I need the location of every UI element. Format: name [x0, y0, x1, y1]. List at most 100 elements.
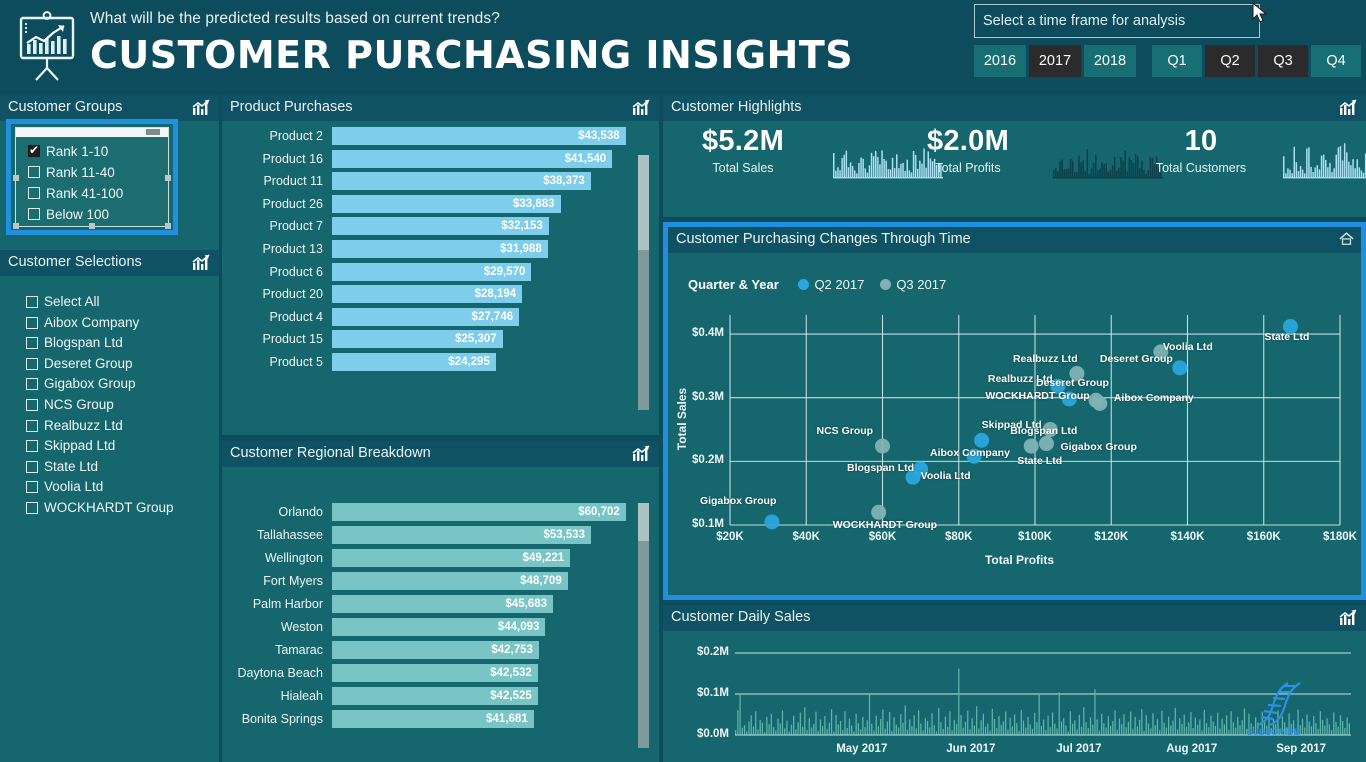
daily-bar[interactable]: [1060, 721, 1063, 735]
daily-bar[interactable]: [826, 728, 828, 735]
scatter-point[interactable]: [1023, 438, 1039, 454]
daily-bar[interactable]: [935, 731, 938, 735]
daily-bar[interactable]: [786, 720, 788, 735]
daily-bar[interactable]: [1176, 729, 1179, 735]
daily-bar[interactable]: [797, 722, 799, 735]
year-button-2017[interactable]: 2017: [1029, 45, 1081, 77]
daily-bar[interactable]: [984, 726, 987, 735]
daily-bar[interactable]: [1080, 726, 1083, 735]
daily-bar[interactable]: [1112, 721, 1114, 735]
daily-bar[interactable]: [1013, 714, 1016, 736]
daily-bar[interactable]: [891, 730, 893, 735]
daily-bar[interactable]: [817, 730, 819, 735]
resize-handle-left[interactable]: [13, 175, 19, 182]
daily-bar[interactable]: [1031, 728, 1034, 735]
customer-option-deseret-group[interactable]: Deseret Group: [22, 354, 174, 375]
daily-bar[interactable]: [906, 729, 909, 735]
daily-bar[interactable]: [1208, 727, 1210, 735]
daily-bar[interactable]: [900, 714, 902, 735]
daily-bar[interactable]: [1214, 725, 1217, 735]
daily-bar[interactable]: [1170, 725, 1172, 735]
daily-bar[interactable]: [1125, 727, 1127, 735]
group-option-rank-41-100[interactable]: Rank 41-100: [24, 183, 123, 204]
daily-bar[interactable]: [1167, 716, 1170, 735]
daily-bar[interactable]: [1098, 730, 1101, 735]
daily-bar[interactable]: [1310, 726, 1313, 735]
daily-bar[interactable]: [982, 713, 984, 735]
daily-bar[interactable]: [1096, 719, 1098, 735]
bar-fill[interactable]: $53,533: [332, 526, 592, 544]
daily-bar[interactable]: [1029, 724, 1031, 735]
daily-bar[interactable]: [1094, 689, 1096, 735]
bar-fill[interactable]: $41,540: [332, 149, 613, 168]
checkbox-icon[interactable]: [26, 378, 38, 391]
daily-bar[interactable]: [868, 694, 871, 735]
daily-bar[interactable]: [1190, 712, 1192, 735]
daily-bar[interactable]: [1143, 730, 1145, 735]
daily-bar[interactable]: [830, 709, 833, 735]
daily-bar[interactable]: [915, 728, 918, 735]
daily-bar[interactable]: [752, 726, 755, 735]
chart-trend-icon[interactable]: [632, 445, 651, 462]
daily-bar[interactable]: [1228, 729, 1230, 735]
daily-bar[interactable]: [1321, 719, 1324, 735]
daily-bar[interactable]: [815, 711, 817, 735]
year-button-2016[interactable]: 2016: [974, 45, 1026, 77]
bar-fill[interactable]: $38,373: [332, 172, 591, 191]
bar-fill[interactable]: $42,532: [332, 664, 538, 682]
daily-bar[interactable]: [942, 728, 944, 735]
daily-bar[interactable]: [904, 705, 906, 735]
daily-bar[interactable]: [1107, 716, 1109, 735]
daily-bar[interactable]: [1192, 728, 1194, 735]
daily-bar[interactable]: [902, 722, 904, 735]
daily-bar[interactable]: [806, 730, 808, 735]
bar-row[interactable]: Product 16 $41,540: [232, 149, 649, 168]
daily-bar[interactable]: [862, 716, 864, 735]
checkbox-icon[interactable]: [26, 501, 38, 514]
bar-row[interactable]: Product 2 $43,538: [232, 127, 649, 145]
resize-handle-right[interactable]: [165, 175, 171, 182]
daily-bar[interactable]: [755, 711, 757, 735]
daily-bar[interactable]: [897, 727, 900, 735]
quarter-slicer[interactable]: Q1 Q2 Q3 Q4: [1152, 45, 1364, 77]
daily-bar[interactable]: [851, 725, 853, 735]
bar-fill[interactable]: $24,295: [332, 352, 496, 371]
checkbox-icon[interactable]: [26, 481, 38, 494]
scatter-point[interactable]: [1092, 395, 1108, 411]
bar-row[interactable]: Orlando $60,702: [232, 503, 649, 521]
customer-option-ncs-group[interactable]: NCS Group: [22, 395, 174, 416]
bar-row[interactable]: Bonita Springs $41,681: [232, 710, 649, 728]
daily-bar[interactable]: [911, 725, 913, 735]
daily-bar[interactable]: [1159, 730, 1161, 735]
daily-bar[interactable]: [866, 720, 868, 735]
daily-bar[interactable]: [1136, 726, 1138, 735]
daily-bar[interactable]: [987, 723, 989, 735]
daily-bar[interactable]: [1118, 718, 1121, 735]
daily-bar[interactable]: [1049, 727, 1051, 735]
scatter-plot[interactable]: Quarter & Year Q2 2017 Q3 2017 $20K $40K $6…: [668, 253, 1361, 595]
checkbox-icon[interactable]: [26, 440, 38, 453]
daily-bar[interactable]: [1132, 728, 1134, 735]
daily-bar[interactable]: [1344, 728, 1346, 735]
group-option-below-100[interactable]: Below 100: [24, 204, 123, 225]
daily-bar[interactable]: [1161, 710, 1163, 735]
daily-bar[interactable]: [1072, 723, 1074, 735]
scatter-point[interactable]: [1172, 360, 1188, 376]
quarter-button-q3[interactable]: Q3: [1258, 45, 1308, 77]
resize-handle-bottom[interactable]: [88, 223, 95, 229]
daily-bar[interactable]: [1089, 717, 1092, 735]
daily-bar[interactable]: [835, 714, 837, 735]
daily-bar[interactable]: [1141, 709, 1143, 735]
daily-bar[interactable]: [1197, 724, 1199, 735]
daily-bar[interactable]: [895, 724, 897, 735]
customer-groups-slicer[interactable]: Rank 1-10 Rank 11-40 Rank 41-100 Below 100: [13, 127, 171, 229]
daily-bar[interactable]: [1036, 722, 1038, 735]
checkbox-checked-icon[interactable]: [28, 143, 40, 157]
checkbox-icon[interactable]: [26, 460, 38, 473]
daily-bar[interactable]: [1210, 715, 1212, 735]
scatter-point[interactable]: [871, 504, 887, 520]
daily-bar[interactable]: [1154, 725, 1156, 735]
daily-bar[interactable]: [822, 725, 824, 735]
daily-bar[interactable]: [804, 707, 806, 735]
daily-bar[interactable]: [1172, 720, 1174, 735]
